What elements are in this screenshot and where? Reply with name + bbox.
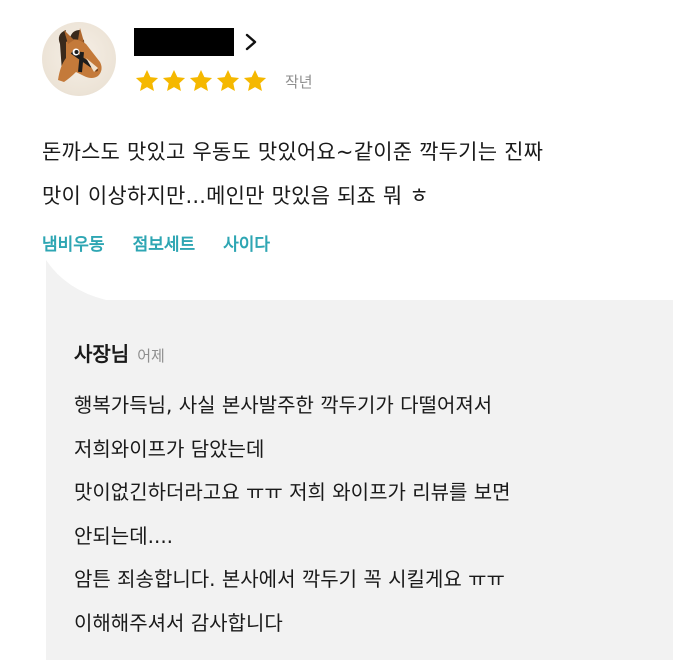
review-text: 돈까스도 맛있고 우동도 맛있어요~같이준 깍두기는 진짜 맛이 이상하지만..… [42,130,662,218]
star-icon [189,69,213,91]
menu-tag[interactable]: 점보세트 [133,230,196,255]
ordered-menu-tags: 냄비우동 점보세트 사이다 [42,230,270,255]
reply-text-line: 행복가득님, 사실 본사발주한 깍두기가 다떨어져서 [74,393,493,417]
owner-reply: 사장님 어제 행복가득님, 사실 본사발주한 깍두기가 다떨어져서 저희와이프가… [46,300,673,660]
star-icon [243,69,267,91]
rating-row: 작년 [134,68,313,94]
review-header: 작년 [42,22,642,112]
reply-notch [46,260,106,300]
reply-text-line: 암튼 죄송합니다. 본사에서 깍두기 꼭 시킬게요 ㅠㅠ [74,567,505,591]
menu-tag[interactable]: 냄비우동 [42,230,105,255]
reply-text-line: 맛이없긴하더라고요 ㅠㅠ 저희 와이프가 리뷰를 보면 [74,480,511,504]
reply-text-line: 저희와이프가 담았는데 [74,436,265,461]
reply-date: 어제 [137,347,165,365]
reply-text-line: 이해해주셔서 감사합니다 [74,610,283,635]
redacted-reviewer-name[interactable] [134,28,234,56]
reply-header: 사장님 어제 [74,338,165,367]
reply-author: 사장님 [74,342,130,366]
review-text-line: 맛이 이상하지만...메인만 맛있음 되죠 뭐 ㅎ [42,184,429,208]
star-icon [216,69,240,91]
review-text-line: 돈까스도 맛있고 우동도 맛있어요~같이준 깍두기는 진짜 [42,140,544,164]
reply-text-line: 안되는데.... [74,523,174,548]
reviewer-name-row[interactable] [134,28,258,56]
horse-avatar-icon[interactable] [42,22,116,96]
review-date: 작년 [285,72,313,91]
star-icon [135,69,159,91]
chevron-right-icon[interactable] [244,32,258,52]
menu-tag[interactable]: 사이다 [223,230,270,255]
reply-text: 행복가득님, 사실 본사발주한 깍두기가 다떨어져서 저희와이프가 담았는데 맛… [74,384,664,645]
star-icon [162,69,186,91]
